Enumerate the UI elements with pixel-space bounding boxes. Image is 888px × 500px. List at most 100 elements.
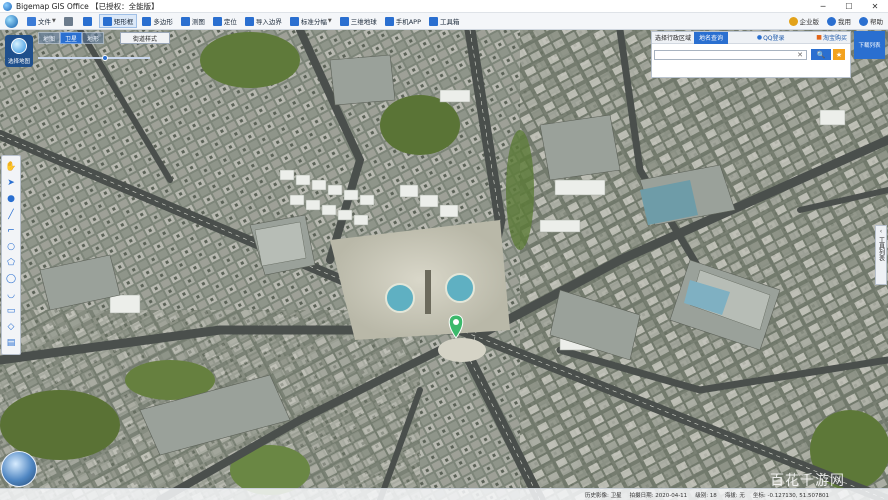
import-boundary-icon — [244, 16, 254, 26]
favorite-button[interactable]: ★ — [833, 49, 845, 60]
qq-login-link[interactable]: ● QQ登录 — [754, 33, 788, 42]
phone-icon — [384, 16, 394, 26]
toolbar-item-item9[interactable]: 三维地球 — [337, 14, 380, 28]
status-item: 海拔: 无 — [724, 492, 745, 499]
close-button[interactable]: ✕ — [862, 0, 888, 13]
toolbar-items: 文件 ▼ 矩形框 多边形 测图 定位 导入边界 标准分幅 ▼ 三维地球 手机APP 工具箱 — [24, 14, 465, 28]
toolbar-right-label: 我用 — [838, 18, 851, 26]
toolbar-right-label: 企业版 — [799, 18, 820, 26]
map-selector-label: 选择地图 — [7, 59, 30, 65]
toolbar-item-label: 定位 — [223, 18, 237, 26]
toolbar-right-item-1[interactable]: 我用 — [824, 14, 854, 28]
toolbar-item-location-pin[interactable] — [80, 14, 97, 28]
chevron-down-icon: ▼ — [327, 18, 332, 24]
taobao-buy-label: 淘宝购买 — [822, 35, 847, 42]
toolbar-right: 企业版 我用 帮助 — [786, 14, 888, 28]
collapse-arrow-icon: ‹ — [879, 228, 883, 235]
app-logo-icon — [3, 1, 12, 11]
search-panel: 选择行政区域 地名查询 ● QQ登录 ■ 淘宝购买 ✕ 🔍 ★ — [651, 31, 851, 78]
pan-hand-icon — [63, 16, 73, 26]
toolbar-item-item10[interactable]: 手机APP — [382, 14, 424, 28]
toolbar-item-pan-hand[interactable] — [61, 14, 78, 28]
pointer-icon[interactable]: ➤ — [4, 176, 18, 190]
toolbar-right-item-0[interactable]: 企业版 — [786, 14, 823, 28]
toolbar-item-label: 多边形 — [153, 18, 173, 26]
circle-icon[interactable]: ○ — [4, 240, 18, 254]
eraser-icon[interactable]: ◇ — [4, 320, 18, 334]
ellipse-icon[interactable]: ◯ — [4, 272, 18, 286]
measure-icon — [180, 16, 190, 26]
toolbar-right-label: 帮助 — [870, 18, 883, 26]
zoom-track[interactable] — [38, 57, 150, 59]
toolbar-item-label: 文件 — [38, 18, 51, 26]
toolbar-item-item3[interactable]: 矩形框 — [98, 14, 138, 28]
toolbar-item-label: 标准分幅 — [300, 18, 327, 26]
minimize-button[interactable]: ─ — [810, 0, 836, 13]
bigemap-logo-icon — [5, 14, 18, 28]
status-item: 级别: 18 — [695, 492, 717, 499]
status-bar: 历史影像: 卫星 拍摄日期: 2020-04-11 级别: 18 海拔: 无坐标: -… — [0, 488, 888, 500]
user-icon — [827, 16, 836, 26]
satellite-map[interactable] — [0, 30, 888, 500]
rectangle-select-icon — [102, 16, 112, 26]
map-type-tab-2[interactable]: 地形 — [82, 32, 104, 44]
street-style-button[interactable]: 街道样式 — [120, 32, 170, 44]
clear-icon[interactable]: ✕ — [795, 50, 805, 60]
toolbar-item-item8[interactable]: 标准分幅 ▼ — [287, 14, 335, 28]
toolbar-item-item5[interactable]: 测图 — [178, 14, 208, 28]
globe-icon — [11, 38, 27, 54]
3d-icon — [339, 16, 349, 26]
toolbar-item-label: 手机APP — [395, 18, 422, 26]
toolbar-item-item7[interactable]: 导入边界 — [242, 14, 285, 28]
grid-icon — [289, 16, 299, 26]
zoom-knob[interactable] — [101, 55, 108, 61]
qq-login-label: QQ登录 — [763, 35, 785, 42]
zoom-slider[interactable] — [38, 55, 150, 61]
location-pin-icon — [82, 16, 92, 26]
window-controls: ─ ☐ ✕ — [810, 0, 888, 13]
search-input[interactable] — [654, 49, 807, 60]
taobao-buy-link[interactable]: ■ 淘宝购买 — [813, 33, 850, 42]
rectangle-icon[interactable]: ▭ — [4, 304, 18, 318]
region-select-label[interactable]: 选择行政区域 — [652, 33, 694, 42]
watermark: 百花千游网 — [770, 473, 845, 489]
search-button[interactable]: 🔍 — [811, 49, 831, 60]
polygon-icon[interactable]: ⬠ — [4, 256, 18, 270]
map-selector-badge[interactable]: 选择地图 — [5, 35, 33, 67]
tool-list-tab[interactable]: ‹ 工具列表 — [875, 225, 887, 285]
mini-globe-icon[interactable] — [1, 451, 37, 487]
map-type-tab-0[interactable]: 地图 — [38, 32, 60, 44]
toolbar-right-item-2[interactable]: 帮助 — [856, 14, 886, 28]
map-type-tab-1[interactable]: 卫星 — [60, 32, 82, 44]
toolbar-item-item0[interactable]: 文件 ▼ — [24, 14, 59, 28]
tab-place-search[interactable]: 地名查询 — [694, 31, 729, 44]
map-imagery[interactable] — [0, 30, 888, 500]
pin-icon[interactable]: ● — [4, 192, 18, 206]
help-icon — [859, 16, 868, 26]
locate-icon — [212, 16, 222, 26]
toolbar-item-label: 导入边界 — [255, 18, 282, 26]
crown-icon — [788, 16, 798, 26]
title-bar: Bigemap GIS Office 【已授权：全能版】 ─ ☐ ✕ — [0, 0, 888, 13]
window-title: Bigemap GIS Office 【已授权：全能版】 — [16, 1, 159, 11]
search-icon: 🔍 — [816, 50, 826, 59]
polyline-icon[interactable]: ⌐ — [4, 224, 18, 238]
toolbar-item-item6[interactable]: 定位 — [210, 14, 240, 28]
download-list-button[interactable]: 下载列表 — [854, 31, 885, 59]
toolbar-item-label: 三维地球 — [350, 18, 377, 26]
cart-icon: ■ — [816, 34, 822, 41]
toolbar-item-label: 测图 — [191, 18, 205, 26]
status-item: 坐标: -0.127130, 51.507801 — [752, 492, 829, 499]
hand-icon[interactable]: ✋ — [4, 160, 18, 174]
folder-icon — [27, 16, 36, 26]
toolbar-item-item4[interactable]: 多边形 — [139, 14, 176, 28]
maximize-button[interactable]: ☐ — [836, 0, 862, 13]
toolbar-item-item11[interactable]: 工具箱 — [426, 14, 463, 28]
tool-list-label: 工具列表 — [877, 237, 885, 261]
arc-icon[interactable]: ◡ — [4, 288, 18, 302]
text-icon[interactable]: ▤ — [4, 336, 18, 350]
toolbox-icon — [429, 16, 439, 26]
map-type-switcher: 地图 卫星 地形 — [38, 32, 104, 44]
line-icon[interactable]: ╱ — [4, 208, 18, 222]
star-icon: ★ — [835, 50, 843, 59]
